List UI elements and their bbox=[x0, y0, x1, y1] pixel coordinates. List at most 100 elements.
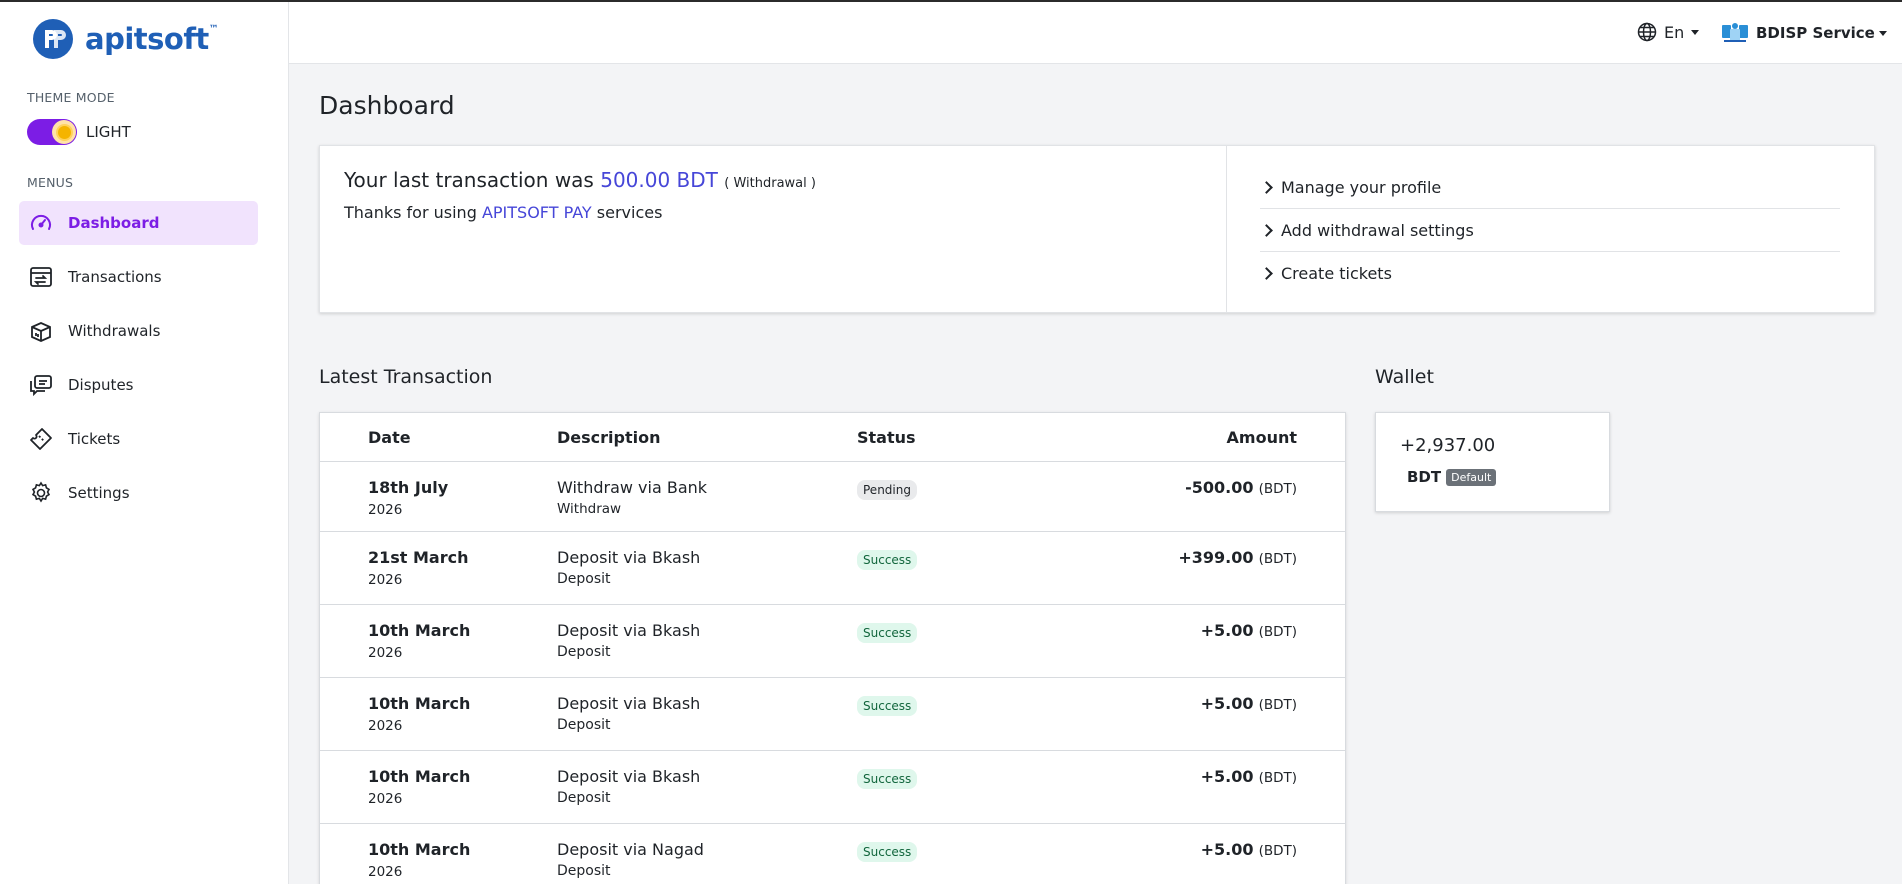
amount-cell: +5.00 (BDT) bbox=[1057, 751, 1345, 786]
date-cell: 10th March 2026 bbox=[320, 824, 557, 880]
wallet-card[interactable]: +2,937.00 BDT Default bbox=[1375, 412, 1610, 512]
manage-profile-link[interactable]: Manage your profile bbox=[1260, 166, 1840, 209]
status-cell: Success bbox=[857, 605, 1057, 643]
sidebar-item-dashboard[interactable]: Dashboard bbox=[19, 201, 258, 245]
sidebar-item-disputes[interactable]: Disputes bbox=[19, 363, 258, 407]
theme-toggle[interactable] bbox=[27, 119, 77, 145]
table-row[interactable]: 10th March 2026 Deposit via Bkash Deposi… bbox=[320, 605, 1345, 678]
status-cell: Success bbox=[857, 532, 1057, 570]
date-year: 2026 bbox=[368, 791, 403, 807]
column-header-status[interactable]: Status bbox=[857, 428, 1057, 447]
date-day: 18th July bbox=[368, 478, 449, 497]
description-cell: Deposit via Nagad Deposit bbox=[557, 824, 857, 879]
sidebar-item-label: Settings bbox=[68, 484, 130, 502]
last-transaction-text: Your last transaction was 500.00 BDT ( W… bbox=[344, 168, 1202, 192]
language-selector[interactable]: En bbox=[1637, 22, 1700, 42]
thanks-prefix: Thanks for using bbox=[344, 203, 477, 222]
status-cell: Pending bbox=[857, 462, 1057, 500]
create-tickets-link[interactable]: Create tickets bbox=[1260, 252, 1840, 295]
sidebar-item-withdrawals[interactable]: Withdrawals bbox=[19, 309, 258, 353]
last-transaction-type: ( Withdrawal ) bbox=[724, 176, 816, 191]
sidebar-item-label: Transactions bbox=[68, 268, 162, 286]
sidebar: apitsoft™ THEME MODE LIGHT MENUS Dashboa… bbox=[0, 2, 289, 884]
column-header-date[interactable]: Date bbox=[320, 428, 557, 447]
status-badge: Success bbox=[857, 769, 918, 789]
description-sub: Deposit bbox=[557, 571, 611, 587]
theme-mode-row: LIGHT bbox=[27, 119, 131, 145]
status-badge: Pending bbox=[857, 480, 917, 500]
table-row[interactable]: 18th July 2026 Withdraw via Bank Withdra… bbox=[320, 462, 1345, 532]
date-year: 2026 bbox=[368, 718, 403, 734]
description-main: Deposit via Bkash bbox=[557, 621, 701, 640]
amount-cell: +5.00 (BDT) bbox=[1057, 678, 1345, 713]
ticket-icon bbox=[28, 426, 54, 452]
status-badge: Success bbox=[857, 696, 918, 716]
sidebar-item-label: Tickets bbox=[68, 430, 121, 448]
description-main: Withdraw via Bank bbox=[557, 478, 708, 497]
latest-transaction-table: Date Description Status Amount 18th July… bbox=[319, 412, 1346, 884]
table-header: Date Description Status Amount bbox=[320, 413, 1345, 462]
wallet-currency: BDT bbox=[1407, 468, 1442, 486]
date-cell: 10th March 2026 bbox=[320, 678, 557, 734]
gear-icon bbox=[28, 480, 54, 506]
account-menu[interactable]: BDISP Service bbox=[1721, 20, 1887, 46]
date-day: 21st March bbox=[368, 548, 469, 567]
amount-unit: (BDT) bbox=[1258, 624, 1297, 640]
date-year: 2026 bbox=[368, 645, 403, 661]
amount-value: -500.00 bbox=[1185, 478, 1254, 497]
amount-unit: (BDT) bbox=[1258, 697, 1297, 713]
quick-link-label: Add withdrawal settings bbox=[1281, 220, 1474, 240]
description-main: Deposit via Bkash bbox=[557, 694, 701, 713]
chevron-right-icon bbox=[1260, 180, 1273, 194]
wallet-currency-row: BDT Default bbox=[1400, 468, 1585, 486]
amount-value: +5.00 bbox=[1200, 767, 1254, 786]
amount-value: +5.00 bbox=[1200, 840, 1254, 859]
default-badge: Default bbox=[1446, 468, 1497, 486]
quick-links: Manage your profile Add withdrawal setti… bbox=[1227, 146, 1874, 312]
status-badge: Success bbox=[857, 623, 918, 643]
sidebar-item-transactions[interactable]: Transactions bbox=[19, 255, 258, 299]
date-year: 2026 bbox=[368, 572, 403, 588]
date-day: 10th March bbox=[368, 767, 471, 786]
amount-cell: +5.00 (BDT) bbox=[1057, 824, 1345, 859]
disputes-chat-icon bbox=[28, 372, 54, 398]
status-badge: Success bbox=[857, 842, 918, 862]
description-sub: Withdraw bbox=[557, 501, 622, 517]
globe-icon bbox=[1637, 22, 1657, 42]
dashboard-gauge-icon bbox=[28, 210, 54, 236]
amount-cell: -500.00 (BDT) bbox=[1057, 462, 1345, 497]
chevron-down-icon bbox=[1878, 30, 1887, 36]
description-cell: Deposit via Bkash Deposit bbox=[557, 751, 857, 806]
account-name: BDISP Service bbox=[1756, 24, 1875, 42]
date-day: 10th March bbox=[368, 840, 471, 859]
amount-unit: (BDT) bbox=[1258, 551, 1297, 567]
sidebar-item-tickets[interactable]: Tickets bbox=[19, 417, 258, 461]
chevron-right-icon bbox=[1260, 267, 1273, 280]
table-row[interactable]: 10th March 2026 Deposit via Nagad Deposi… bbox=[320, 824, 1345, 884]
description-main: Deposit via Nagad bbox=[557, 840, 704, 859]
date-cell: 10th March 2026 bbox=[320, 605, 557, 661]
language-value: En bbox=[1664, 22, 1685, 42]
menus-label: MENUS bbox=[27, 175, 74, 190]
description-sub: Deposit bbox=[557, 644, 611, 660]
amount-cell: +5.00 (BDT) bbox=[1057, 605, 1345, 640]
apitsoft-logo[interactable]: apitsoft™ bbox=[32, 18, 219, 60]
column-header-description[interactable]: Description bbox=[557, 428, 857, 447]
quick-link-label: Manage your profile bbox=[1281, 177, 1442, 197]
table-row[interactable]: 10th March 2026 Deposit via Bkash Deposi… bbox=[320, 678, 1345, 751]
status-badge: Success bbox=[857, 550, 918, 570]
add-withdrawal-settings-link[interactable]: Add withdrawal settings bbox=[1260, 209, 1840, 252]
date-year: 2026 bbox=[368, 864, 403, 880]
column-header-amount[interactable]: Amount bbox=[1057, 428, 1345, 447]
date-cell: 18th July 2026 bbox=[320, 462, 557, 518]
table-row[interactable]: 21st March 2026 Deposit via Bkash Deposi… bbox=[320, 532, 1345, 605]
brand-name: APITSOFT PAY bbox=[481, 203, 592, 222]
table-row[interactable]: 10th March 2026 Deposit via Bkash Deposi… bbox=[320, 751, 1345, 824]
date-day: 10th March bbox=[368, 694, 471, 713]
sidebar-item-settings[interactable]: Settings bbox=[19, 471, 258, 515]
amount-unit: (BDT) bbox=[1258, 481, 1297, 497]
chevron-down-icon bbox=[1691, 29, 1700, 35]
top-header: En BDISP Service bbox=[289, 2, 1902, 64]
status-cell: Success bbox=[857, 751, 1057, 789]
description-cell: Withdraw via Bank Withdraw bbox=[557, 462, 857, 517]
